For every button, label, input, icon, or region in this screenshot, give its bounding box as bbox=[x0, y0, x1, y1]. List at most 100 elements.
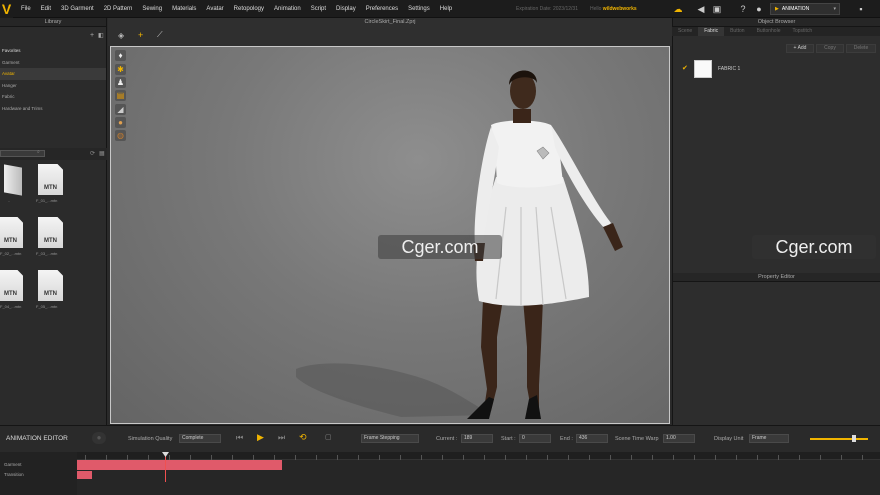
timeline-ruler[interactable] bbox=[77, 452, 880, 460]
end-frame-label: End : bbox=[560, 436, 573, 442]
menu-preferences[interactable]: Preferences bbox=[361, 6, 403, 12]
avatar-tool-icon[interactable]: ♦ bbox=[115, 50, 126, 61]
ruler-tick bbox=[631, 455, 632, 460]
chevron-down-icon: ▾ bbox=[833, 6, 836, 12]
tree-item-hardware-and-trims[interactable]: Hardware and Trims bbox=[0, 103, 106, 115]
thumb-name: F_03_...mtn bbox=[36, 251, 58, 256]
start-frame-input[interactable]: 0 bbox=[519, 434, 551, 443]
avatar-neck bbox=[513, 109, 531, 123]
tree-item-avatar[interactable]: Avatar bbox=[0, 68, 106, 80]
brush-tool-icon[interactable]: ◢ bbox=[115, 104, 126, 115]
add-icon[interactable]: + bbox=[90, 32, 94, 39]
current-frame-input[interactable]: 189 bbox=[461, 434, 493, 443]
skin-tool-icon[interactable]: ● bbox=[115, 117, 126, 128]
tree-item-garment[interactable]: Garment bbox=[0, 57, 106, 69]
delete-button[interactable]: Delete bbox=[846, 44, 876, 53]
stop-icon[interactable]: ▢ bbox=[325, 433, 332, 441]
speaker-icon[interactable]: ◀ bbox=[696, 4, 706, 14]
ruler-tick bbox=[694, 455, 695, 460]
help-icon[interactable]: ? bbox=[738, 4, 748, 14]
menu-script[interactable]: Script bbox=[306, 6, 331, 12]
menu-3d-garment[interactable]: 3D Garment bbox=[56, 6, 99, 12]
motion-file-thumb-clipped[interactable]: MTN bbox=[0, 217, 25, 248]
end-frame-input[interactable]: 436 bbox=[576, 434, 608, 443]
collapse-icon[interactable]: ◧ bbox=[98, 32, 104, 39]
user-icon[interactable]: ● bbox=[754, 4, 764, 14]
search-icon: ⌕ bbox=[37, 149, 40, 155]
ruler-tick bbox=[736, 455, 737, 460]
menu-help[interactable]: Help bbox=[435, 6, 457, 12]
add-button[interactable]: + Add bbox=[786, 44, 814, 53]
tree-item-favorites[interactable]: Favorites bbox=[0, 45, 106, 57]
menu-file[interactable]: File bbox=[16, 6, 36, 12]
time-warp-input[interactable]: 1.00 bbox=[663, 434, 695, 443]
texture-tool-icon[interactable]: ▤ bbox=[115, 90, 126, 101]
ruler-tick bbox=[799, 455, 800, 460]
record-icon[interactable]: ● bbox=[92, 432, 106, 444]
skip-back-icon[interactable]: ⏮ bbox=[236, 433, 243, 443]
skip-forward-icon[interactable]: ⏭ bbox=[278, 433, 285, 443]
mode-switch-button[interactable]: ▶ ANIMATION ▾ bbox=[770, 3, 840, 15]
menu-edit[interactable]: Edit bbox=[36, 6, 56, 12]
ruler-tick bbox=[526, 455, 527, 460]
ruler-tick bbox=[463, 455, 464, 460]
transition-track-clip[interactable] bbox=[77, 471, 92, 479]
ruler-tick bbox=[757, 455, 758, 460]
track-label-transition[interactable]: Transition bbox=[4, 472, 24, 477]
menu-display[interactable]: Display bbox=[331, 6, 361, 12]
display-unit-select[interactable]: Frame bbox=[749, 434, 789, 443]
play-icon[interactable]: ▶ bbox=[257, 432, 264, 443]
pin-tool-icon[interactable]: ⟋ bbox=[157, 30, 163, 40]
loop-icon[interactable]: ⟲ bbox=[299, 432, 307, 443]
motion-file-thumb[interactable]: MTN bbox=[38, 270, 63, 301]
menu-toggle-icon[interactable]: ▪ bbox=[856, 4, 866, 14]
thumb-name: F_01_...mtn bbox=[36, 198, 58, 203]
menu-settings[interactable]: Settings bbox=[403, 6, 435, 12]
menu-avatar[interactable]: Avatar bbox=[201, 6, 228, 12]
avatar-left-leg bbox=[481, 299, 503, 411]
sim-quality-select[interactable]: Complete bbox=[179, 434, 221, 443]
property-editor-panel: Property Editor bbox=[672, 273, 880, 425]
menu-materials[interactable]: Materials bbox=[167, 6, 201, 12]
tab-buttonhole[interactable]: Buttonhole bbox=[751, 27, 787, 36]
motion-file-thumb[interactable]: MTN bbox=[38, 217, 63, 248]
zoom-slider[interactable] bbox=[810, 438, 868, 440]
track-label-garment[interactable]: Garment bbox=[4, 462, 22, 467]
gizmo-tool-icon[interactable]: ✱ bbox=[115, 64, 126, 75]
sphere-tool-icon[interactable]: ◍ bbox=[115, 130, 126, 141]
copy-button[interactable]: Copy bbox=[816, 44, 844, 53]
tab-fabric[interactable]: Fabric bbox=[698, 27, 725, 36]
select-move-icon[interactable]: + bbox=[138, 30, 143, 40]
avatar-shadow bbox=[296, 363, 491, 417]
garment-track-clip[interactable] bbox=[77, 460, 282, 470]
library-toolbar: + ◧ bbox=[0, 27, 106, 45]
notification-icon[interactable]: ▣ bbox=[712, 4, 722, 14]
tab-button[interactable]: Button bbox=[724, 27, 750, 36]
frame-mode-select[interactable]: Frame Stepping bbox=[361, 434, 419, 443]
cloud-icon[interactable]: ☁ bbox=[673, 4, 683, 14]
time-warp-label: Scene Time Warp bbox=[615, 436, 659, 442]
menu-2d-pattern[interactable]: 2D Pattern bbox=[99, 6, 138, 12]
tab-topstitch[interactable]: Topstitch bbox=[786, 27, 818, 36]
fabric-swatch[interactable] bbox=[694, 60, 712, 78]
tab-scene[interactable]: Scene bbox=[672, 27, 698, 36]
watermark: Cger.com bbox=[378, 235, 502, 259]
fabric-name[interactable]: FABRIC 1 bbox=[718, 66, 740, 72]
tree-item-fabric[interactable]: Fabric bbox=[0, 91, 106, 103]
folder-up-thumb[interactable] bbox=[0, 164, 28, 196]
menu-animation[interactable]: Animation bbox=[269, 6, 306, 12]
motion-file-thumb[interactable]: MTN bbox=[38, 164, 63, 195]
tree-item-hanger[interactable]: Hanger bbox=[0, 80, 106, 92]
checkmark-icon[interactable]: ✔ bbox=[682, 64, 688, 72]
ruler-tick bbox=[505, 455, 506, 460]
view-mode-icon[interactable]: ▦ bbox=[99, 150, 105, 157]
person-tool-icon[interactable]: ♟ bbox=[115, 77, 126, 88]
ruler-tick bbox=[568, 455, 569, 460]
zoom-slider-handle[interactable] bbox=[852, 435, 856, 442]
motion-file-thumb-clipped[interactable]: MTN bbox=[0, 270, 25, 301]
refresh-icon[interactable]: ⟳ bbox=[90, 150, 95, 157]
mode-label: ANIMATION bbox=[781, 6, 810, 12]
display-mode-icon[interactable]: ◈ bbox=[118, 31, 124, 40]
menu-sewing[interactable]: Sewing bbox=[137, 6, 167, 12]
menu-retopology[interactable]: Retopology bbox=[229, 6, 269, 12]
